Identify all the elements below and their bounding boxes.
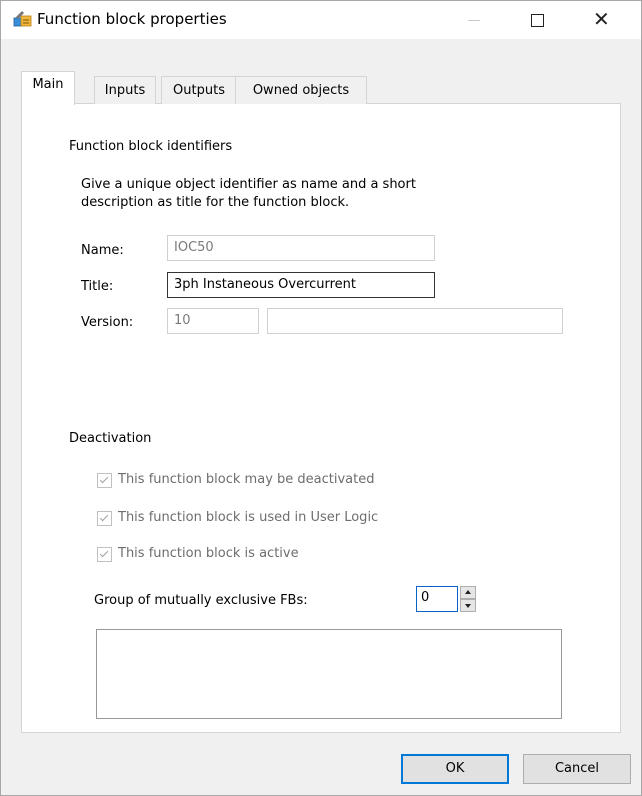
used-in-user-logic-label: This function block is used in User Logi… [118,510,379,525]
may-be-deactivated-label: This function block may be deactivated [118,472,375,487]
identifiers-heading: Function block identifiers [69,139,233,154]
cancel-button[interactable]: Cancel [523,754,631,784]
is-active-checkbox[interactable] [97,547,112,562]
is-active-label: This function block is active [118,546,299,561]
maximize-icon [531,14,544,27]
title-bar: Function block properties ✕ [1,1,641,39]
name-label: Name: [81,243,124,258]
used-in-user-logic-checkbox[interactable] [97,511,112,526]
title-label: Title: [81,279,114,294]
version-label: Version: [81,315,134,330]
identifiers-description-line2: description as title for the function bl… [81,195,350,210]
name-field[interactable]: IOC50 [167,235,435,261]
maximize-button[interactable] [515,1,561,39]
title-field[interactable]: 3ph Instaneous Overcurrent [167,272,435,298]
minimize-icon [468,20,480,21]
minimize-button[interactable] [453,1,499,39]
group-exclusive-spin-input[interactable]: 0 [416,586,458,612]
function-block-app-icon [13,9,33,29]
exclusive-fb-list[interactable] [96,629,562,719]
identifiers-description-line1: Give a unique object identifier as name … [81,177,416,192]
tab-owned-objects[interactable]: Owned objects [235,76,367,104]
window-title: Function block properties [37,10,227,28]
close-icon: ✕ [593,7,610,31]
spin-up-button[interactable] [460,586,476,599]
tab-main[interactable]: Main [21,71,75,105]
spin-down-button[interactable] [460,599,476,612]
ok-button[interactable]: OK [401,754,509,784]
arrow-down-icon [465,604,471,608]
tab-inputs[interactable]: Inputs [94,76,156,104]
dialog-window: Function block properties ✕ Main Inputs … [0,0,642,796]
tab-outputs[interactable]: Outputs [161,76,237,104]
close-button[interactable]: ✕ [579,1,625,39]
version-extra-field[interactable] [267,308,563,334]
version-field[interactable]: 10 [167,308,259,334]
deactivation-heading: Deactivation [69,431,152,446]
arrow-up-icon [465,590,471,594]
group-exclusive-label: Group of mutually exclusive FBs: [94,593,308,608]
may-be-deactivated-checkbox[interactable] [97,473,112,488]
